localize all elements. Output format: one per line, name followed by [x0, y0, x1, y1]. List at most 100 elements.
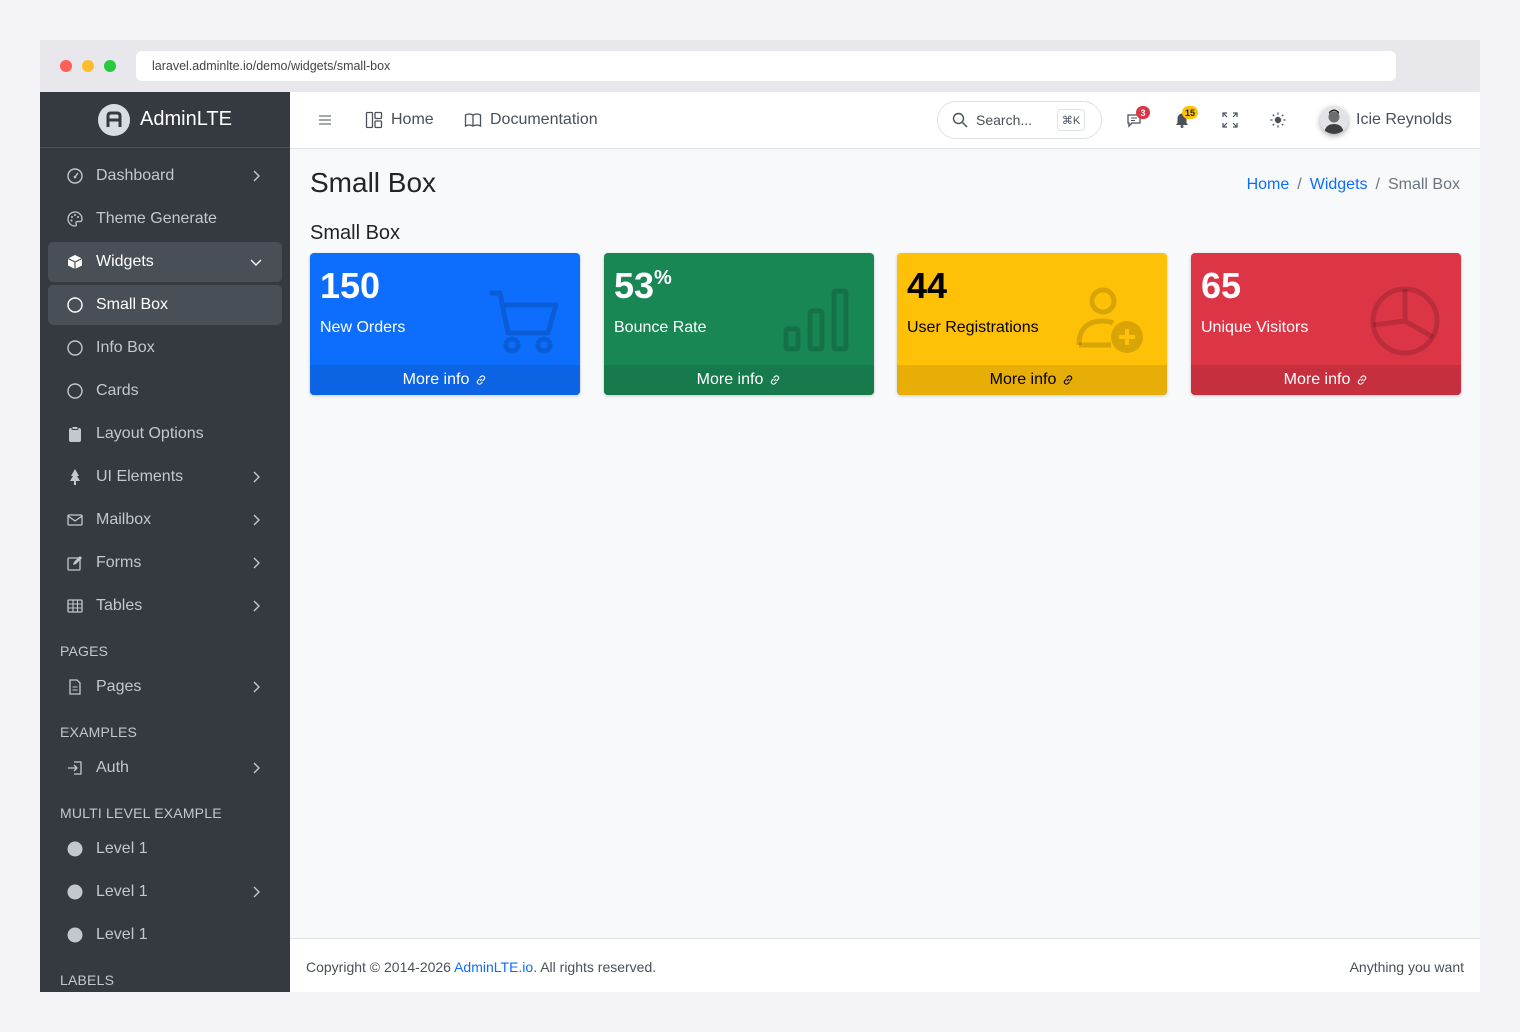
chevron-right-icon — [253, 886, 260, 898]
tree-icon — [66, 468, 84, 486]
layout-icon — [365, 111, 383, 129]
sidebar-item-label: Cards — [96, 382, 139, 399]
chevron-right-icon — [253, 170, 260, 182]
sidebar-item-cards[interactable]: Cards — [48, 371, 282, 411]
nav-link-documentation[interactable]: Documentation — [464, 92, 598, 148]
sidebar-item-forms[interactable]: Forms — [48, 543, 282, 583]
sidebar-item-info-box[interactable]: Info Box — [48, 328, 282, 368]
sidebar-nav: Dashboard Theme Generate Widgets Small B… — [40, 148, 290, 992]
circle-icon — [66, 382, 84, 400]
sidebar-item-label: Dashboard — [96, 167, 175, 184]
address-bar[interactable]: laravel.adminlte.io/demo/widgets/small-b… — [136, 51, 1396, 81]
small-box-more-info-link[interactable]: More info — [897, 365, 1167, 395]
sidebar-item-label: UI Elements — [96, 468, 184, 485]
sidebar-item-tables[interactable]: Tables — [48, 586, 282, 626]
sidebar-item-label: Layout Options — [96, 425, 204, 442]
sidebar-item-layout-options[interactable]: Layout Options — [48, 414, 282, 454]
browser-window: laravel.adminlte.io/demo/widgets/small-b… — [40, 40, 1480, 992]
nav-header-labels: LABELS — [60, 972, 115, 988]
book-icon — [464, 113, 482, 128]
speedometer-icon — [66, 167, 84, 185]
sidebar-item-theme-generate[interactable]: Theme Generate — [48, 199, 282, 239]
messages-button[interactable]: 3 — [1126, 92, 1150, 148]
small-box-more-info-link[interactable]: More info — [1191, 365, 1461, 395]
sidebar-item-widgets[interactable]: Widgets — [48, 242, 282, 282]
bar-chart-icon — [783, 288, 849, 352]
sidebar-item-level-1-expandable[interactable]: Level 1 — [48, 872, 282, 912]
sidebar-item-label: Mailbox — [96, 511, 152, 528]
sidebar-toggle-button[interactable] — [318, 92, 332, 148]
chevron-down-icon — [250, 259, 262, 266]
sidebar-item-label: Level 1 — [96, 840, 148, 857]
small-box-label: Unique Visitors — [1201, 319, 1309, 336]
sidebar-item-level-1-last[interactable]: Level 1 — [48, 915, 282, 955]
chevron-right-icon — [253, 514, 260, 526]
chevron-right-icon — [253, 762, 260, 774]
maximize-window-button[interactable] — [104, 60, 116, 72]
breadcrumb-widgets[interactable]: Widgets — [1310, 176, 1368, 194]
breadcrumb: Home / Widgets / Small Box — [1247, 176, 1460, 194]
sidebar-item-label: Forms — [96, 554, 142, 571]
search-input[interactable]: Search... ⌘K — [937, 101, 1102, 139]
sidebar-item-pages[interactable]: Pages — [48, 667, 282, 707]
copyright-text: Copyright © 2014-2026 AdminLTE.io. All r… — [306, 959, 656, 975]
small-box-bounce-rate: 53% Bounce Rate More info — [604, 253, 874, 395]
user-menu[interactable]: Icie Reynolds — [1320, 92, 1452, 148]
sidebar-item-ui-elements[interactable]: UI Elements — [48, 457, 282, 497]
brand-link[interactable]: AdminLTE — [40, 92, 290, 148]
sidebar-item-dashboard[interactable]: Dashboard — [48, 156, 282, 196]
nav-link-label: Documentation — [490, 111, 598, 128]
small-box-value: 53% — [614, 265, 672, 306]
small-box-more-info-link[interactable]: More info — [310, 365, 580, 395]
notifications-button[interactable]: 15 — [1174, 92, 1198, 148]
nav-link-home[interactable]: Home — [365, 92, 434, 148]
more-info-label: More info — [1283, 371, 1351, 388]
chevron-right-icon — [253, 681, 260, 693]
more-info-label: More info — [402, 371, 470, 388]
nav-header-multi-level: MULTI LEVEL EXAMPLE — [60, 805, 222, 821]
chevron-right-icon — [253, 471, 260, 483]
breadcrumb-separator: / — [1375, 176, 1380, 193]
user-name: Icie Reynolds — [1356, 111, 1453, 128]
sidebar-item-mailbox[interactable]: Mailbox — [48, 500, 282, 540]
box-icon — [66, 253, 84, 271]
sidebar-item-label: Info Box — [96, 339, 155, 356]
notifications-badge: 15 — [1181, 106, 1198, 119]
small-box-label: Bounce Rate — [614, 319, 707, 336]
sidebar-item-auth[interactable]: Auth — [48, 748, 282, 788]
main-content: Small Box Home / Widgets / Small Box Sma… — [290, 149, 1480, 938]
chevron-right-icon — [253, 557, 260, 569]
pie-chart-icon — [1370, 286, 1440, 356]
minimize-window-button[interactable] — [82, 60, 94, 72]
close-window-button[interactable] — [60, 60, 72, 72]
breadcrumb-separator: / — [1297, 176, 1302, 193]
breadcrumb-current: Small Box — [1387, 176, 1460, 193]
link-icon — [1358, 375, 1367, 385]
fullscreen-button[interactable] — [1222, 92, 1238, 148]
theme-toggle-button[interactable] — [1270, 92, 1286, 148]
hamburger-icon — [319, 115, 331, 125]
small-box-row: 150 New Orders More info 53% Bounce Rate… — [310, 253, 1461, 395]
top-navbar: Home Documentation Search... ⌘K 3 15 Ici… — [290, 92, 1480, 149]
small-box-more-info-link[interactable]: More info — [604, 365, 874, 395]
pencil-square-icon — [66, 554, 84, 572]
link-icon — [477, 375, 486, 385]
cart-icon — [490, 290, 559, 354]
sidebar-item-label: Level 1 — [96, 926, 148, 943]
clipboard-icon — [66, 425, 84, 443]
sidebar: AdminLTE Dashboard Theme Generate Widget… — [40, 92, 290, 992]
copyright-suffix: . All rights reserved. — [533, 959, 657, 975]
sidebar-item-level-1[interactable]: Level 1 — [48, 829, 282, 869]
search-shortcut: ⌘K — [1057, 109, 1085, 131]
footer-right-text: Anything you want — [1349, 959, 1464, 975]
sidebar-item-label: Widgets — [96, 253, 154, 270]
breadcrumb-home[interactable]: Home — [1247, 176, 1290, 194]
sidebar-item-label: Tables — [96, 597, 143, 614]
sidebar-item-small-box[interactable]: Small Box — [48, 285, 282, 325]
circle-icon — [66, 339, 84, 357]
filled-circle-icon — [66, 926, 84, 944]
more-info-label: More info — [989, 371, 1057, 388]
sidebar-item-label: Auth — [96, 759, 129, 776]
envelope-icon — [66, 511, 84, 529]
footer-adminlte-link[interactable]: AdminLTE.io — [454, 959, 533, 975]
